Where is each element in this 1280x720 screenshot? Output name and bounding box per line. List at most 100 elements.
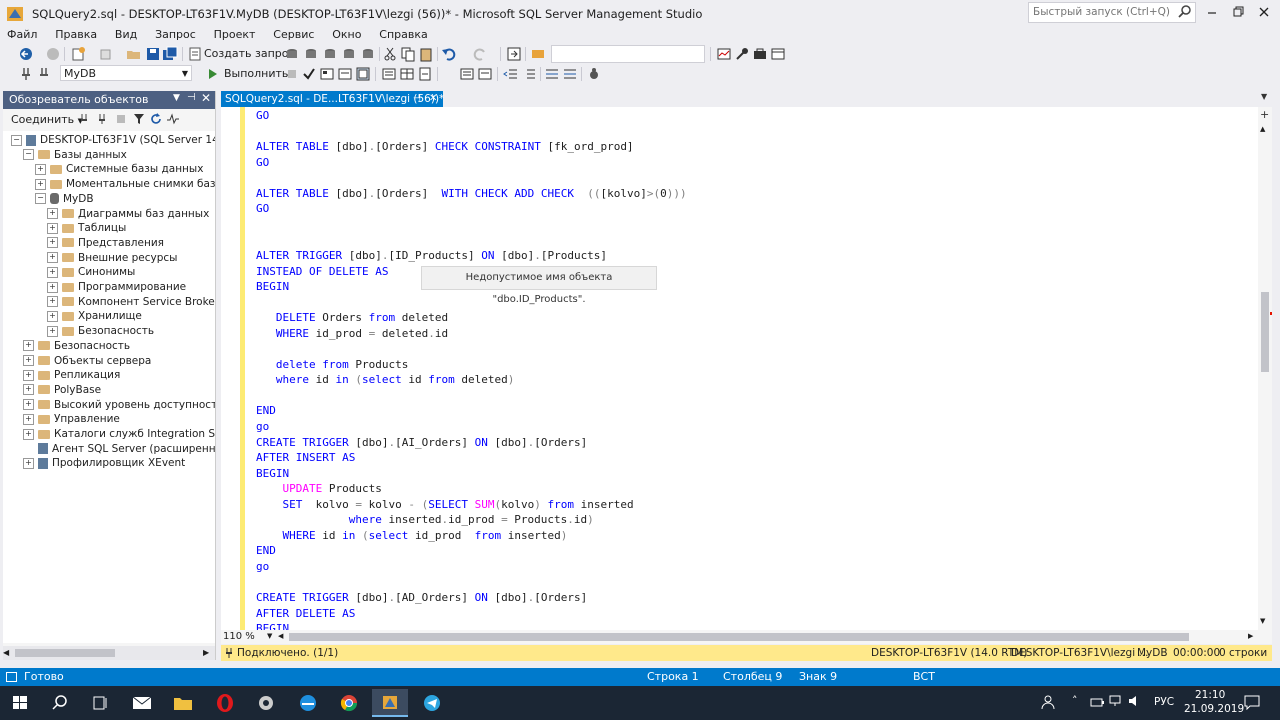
tree-node[interactable]: + Диаграммы баз данных [47, 207, 209, 222]
code-line[interactable]: delete from Products [256, 357, 408, 372]
open-file-icon[interactable] [126, 46, 142, 62]
tab-list-dropdown-icon[interactable]: ▼ [1261, 92, 1267, 101]
code-line[interactable]: CREATE TRIGGER [dbo].[AI_Orders] ON [dbo… [256, 435, 587, 450]
minimize-button[interactable] [1202, 4, 1222, 20]
tree-node[interactable]: + Моментальные снимки базы дан [35, 177, 215, 192]
code-line[interactable]: AFTER INSERT AS [256, 450, 355, 465]
results-to-grid-icon[interactable] [399, 66, 415, 82]
scroll-left-icon[interactable]: ◀ [278, 632, 283, 640]
expand-icon[interactable]: + [23, 369, 34, 381]
execute-icon[interactable] [205, 66, 221, 82]
task-view-icon[interactable] [82, 689, 118, 717]
code-line[interactable]: ALTER TRIGGER [dbo].[ID_Products] ON [db… [256, 248, 607, 263]
execute-button[interactable]: Выполнить [224, 67, 288, 80]
expand-icon[interactable]: + [47, 325, 58, 337]
expand-icon[interactable]: + [47, 252, 58, 264]
battery-icon[interactable] [1090, 695, 1104, 709]
code-line[interactable]: ALTER TABLE [dbo].[Orders] WITH CHECK AD… [256, 186, 687, 201]
tree-node[interactable]: + Безопасность [47, 324, 154, 339]
connect-dropdown-button[interactable]: Соединить ▼ [11, 113, 83, 126]
network-icon[interactable] [1108, 694, 1122, 708]
window-position-dropdown-icon[interactable]: ▼ [173, 93, 180, 103]
parse-icon[interactable] [301, 66, 317, 82]
back-icon[interactable] [18, 46, 34, 62]
tree-node[interactable]: + Репликация [23, 368, 120, 383]
notifications-icon[interactable] [1244, 694, 1260, 710]
close-tab-icon[interactable]: ✕ [429, 91, 437, 107]
split-editor-icon[interactable]: + [1260, 109, 1270, 120]
menu-edit[interactable]: Правка [48, 26, 104, 44]
ssms-taskbar-icon[interactable] [372, 689, 408, 717]
code-line[interactable]: CREATE TRIGGER [dbo].[AD_Orders] ON [dbo… [256, 590, 587, 605]
tools-icon[interactable] [734, 46, 750, 62]
scroll-down-icon[interactable]: ▼ [1260, 617, 1265, 625]
scroll-up-icon[interactable]: ▲ [1260, 125, 1265, 133]
code-line[interactable]: SET kolvo = kolvo - (SELECT SUM(kolvo) f… [256, 497, 634, 512]
ssms-app-icon[interactable] [6, 5, 24, 23]
expand-icon[interactable]: + [47, 266, 58, 278]
menu-project[interactable]: Проект [207, 26, 263, 44]
expand-icon[interactable]: + [23, 428, 34, 440]
query-designer-icon[interactable] [337, 66, 353, 82]
tree-node[interactable]: + Системные базы данных [35, 162, 203, 177]
editor-vertical-scrollbar[interactable]: + ▲ ▼ [1258, 107, 1272, 630]
restore-button[interactable] [1228, 4, 1248, 20]
expand-icon[interactable]: + [23, 413, 34, 425]
quick-launch-input[interactable] [1029, 3, 1177, 20]
object-explorer-horizontal-scrollbar[interactable]: ◀ ▶ [3, 646, 215, 660]
scroll-left-icon[interactable]: ◀ [3, 648, 12, 658]
tree-node[interactable]: + Управление [23, 412, 120, 427]
cancel-query-icon[interactable] [284, 66, 300, 82]
copy-icon[interactable] [400, 46, 416, 62]
available-databases-select[interactable]: MyDB ▼ [60, 65, 192, 81]
collapse-icon[interactable]: − [11, 134, 22, 146]
window-layout-icon[interactable] [770, 46, 786, 62]
expand-icon[interactable]: + [23, 399, 34, 411]
debug-icon[interactable] [586, 66, 602, 82]
toolbox-icon[interactable] [752, 46, 768, 62]
expand-icon[interactable]: + [23, 355, 34, 366]
chrome-icon[interactable] [331, 689, 367, 717]
code-line[interactable]: where inserted.id_prod = Products.id) [256, 512, 594, 527]
opera-icon[interactable] [207, 689, 243, 717]
xmla-query-icon[interactable] [341, 46, 357, 62]
connect-icon[interactable] [18, 66, 34, 82]
expand-icon[interactable]: + [23, 384, 34, 396]
people-icon[interactable] [1040, 694, 1056, 710]
tree-node[interactable]: − Базы данных [23, 148, 127, 163]
tree-node[interactable]: + PolyBase [23, 383, 101, 398]
clock-date[interactable]: 21.09.2019 [1184, 703, 1244, 715]
tab-sqlquery2[interactable]: SQLQuery2.sql - DE...LT63F1V\lezgi (56))… [221, 91, 444, 107]
comment-out-icon[interactable] [459, 66, 475, 82]
tree-node[interactable]: + Хранилище [47, 309, 142, 324]
expand-icon[interactable]: + [47, 237, 58, 249]
navigate-icon[interactable] [506, 46, 522, 62]
tree-node[interactable]: + Объекты сервера [23, 354, 151, 369]
collapse-icon[interactable]: − [23, 149, 34, 161]
redo-icon[interactable] [472, 46, 488, 62]
tree-node[interactable]: − DESKTOP-LT63F1V (SQL Server 14.0.1000 [11, 133, 215, 148]
expand-icon[interactable]: + [35, 178, 46, 190]
search-icon[interactable] [1178, 4, 1192, 18]
menu-window[interactable]: Окно [325, 26, 368, 44]
decrease-indent-icon[interactable] [503, 66, 519, 82]
solution-configurations-icon[interactable] [530, 46, 546, 62]
code-line[interactable]: END [256, 403, 276, 418]
tree-node[interactable]: + Безопасность [23, 339, 130, 354]
scroll-right-icon[interactable]: ▶ [203, 648, 212, 658]
menu-help[interactable]: Справка [372, 26, 434, 44]
code-line[interactable]: where id in (select id from deleted) [256, 372, 514, 387]
code-line[interactable]: GO [256, 108, 269, 123]
save-icon[interactable] [145, 46, 161, 62]
tree-node[interactable]: + Профилировщик XEvent [23, 456, 185, 471]
menu-tools[interactable]: Сервис [266, 26, 321, 44]
forward-icon[interactable] [45, 46, 61, 62]
show-hidden-icons-icon[interactable]: ˄ [1072, 694, 1078, 707]
increase-indent-icon[interactable] [521, 66, 537, 82]
results-to-file-icon[interactable] [417, 66, 433, 82]
expand-icon[interactable]: + [23, 457, 34, 469]
new-query-icon[interactable] [187, 46, 203, 62]
expand-icon[interactable]: + [35, 163, 46, 175]
edge-icon[interactable] [290, 689, 326, 717]
add-item-icon[interactable] [98, 46, 114, 62]
